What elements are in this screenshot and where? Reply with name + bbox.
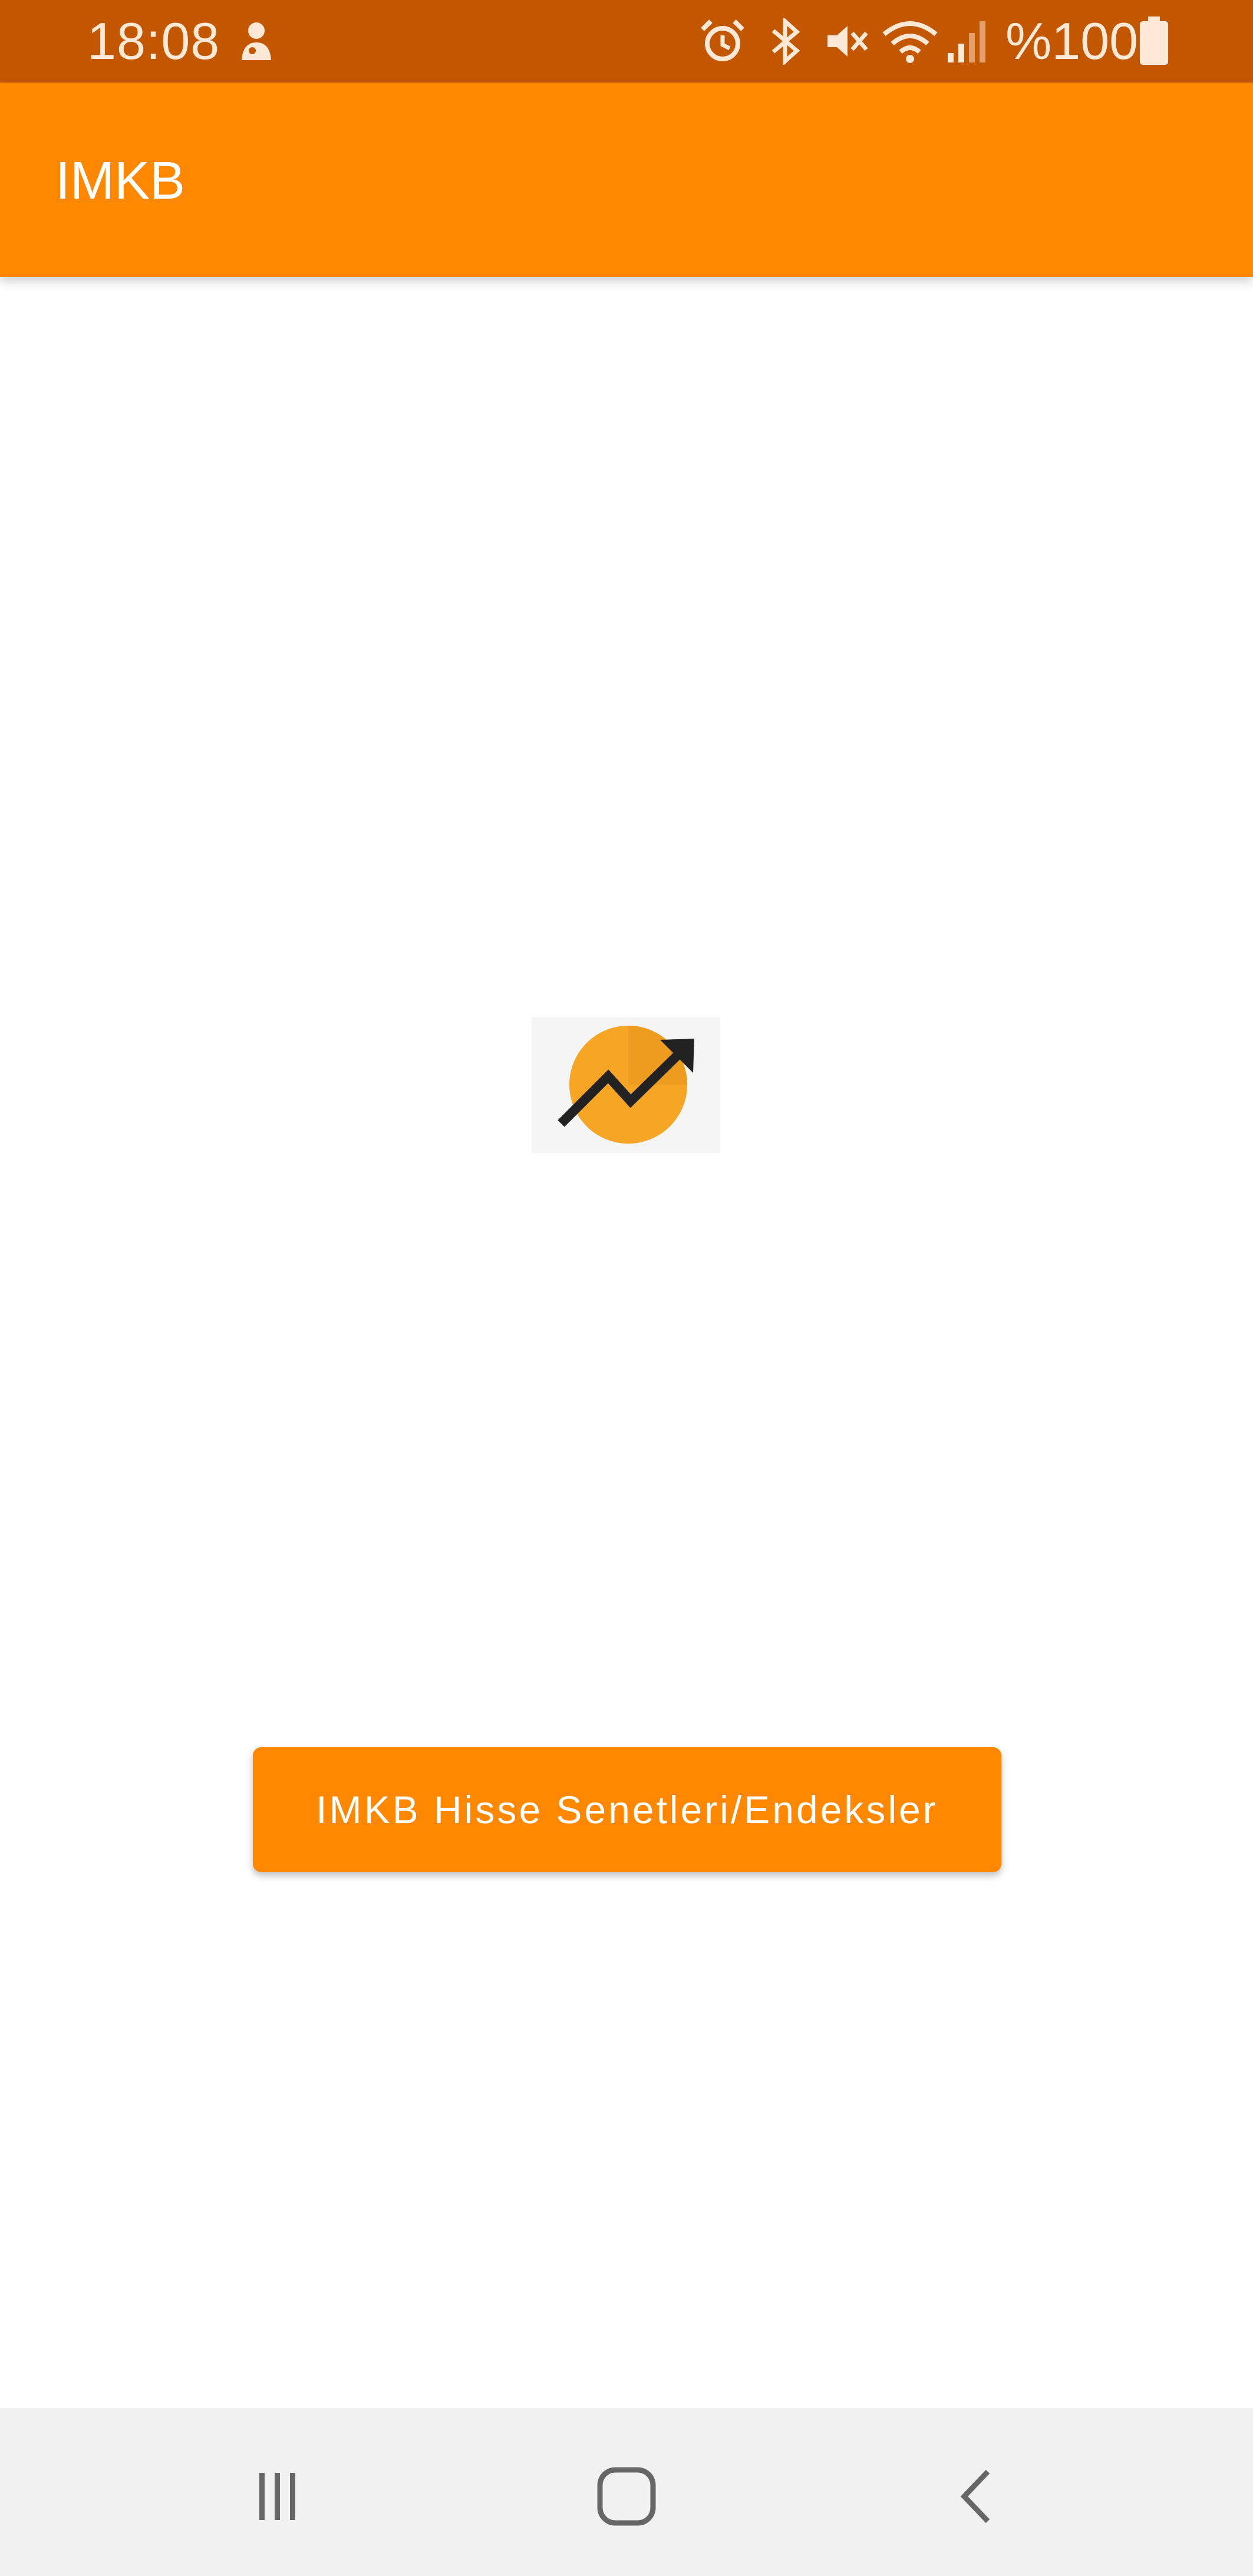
app-screen: 18:08 %100 IMKB IMKB Hisse Senetleri/End… (0, 0, 1253, 2576)
recent-apps-icon (259, 2473, 295, 2520)
navigation-bar (0, 2408, 1253, 2576)
wifi-icon (881, 18, 939, 65)
trending-up-icon (558, 1026, 694, 1144)
status-time: 18:08 (87, 12, 220, 70)
status-bar: 18:08 %100 (0, 0, 1253, 83)
signal-icon (945, 18, 990, 65)
alarm-icon (699, 18, 746, 65)
notification-icon (236, 18, 277, 65)
home-icon (597, 2467, 656, 2526)
back-icon (960, 2469, 990, 2524)
stocks-indices-button[interactable]: IMKB Hisse Senetleri/Endeksler (253, 1747, 1001, 1872)
bluetooth-icon (765, 18, 806, 65)
app-logo (532, 1017, 720, 1153)
home-button[interactable] (579, 2455, 674, 2538)
battery-icon (1139, 17, 1169, 65)
back-button[interactable] (931, 2455, 1026, 2538)
app-title: IMKB (55, 151, 186, 210)
app-bar: IMKB (0, 83, 1253, 277)
mute-icon (823, 18, 870, 65)
battery-percentage: %100 (1005, 12, 1139, 70)
recent-apps-button[interactable] (230, 2455, 324, 2538)
